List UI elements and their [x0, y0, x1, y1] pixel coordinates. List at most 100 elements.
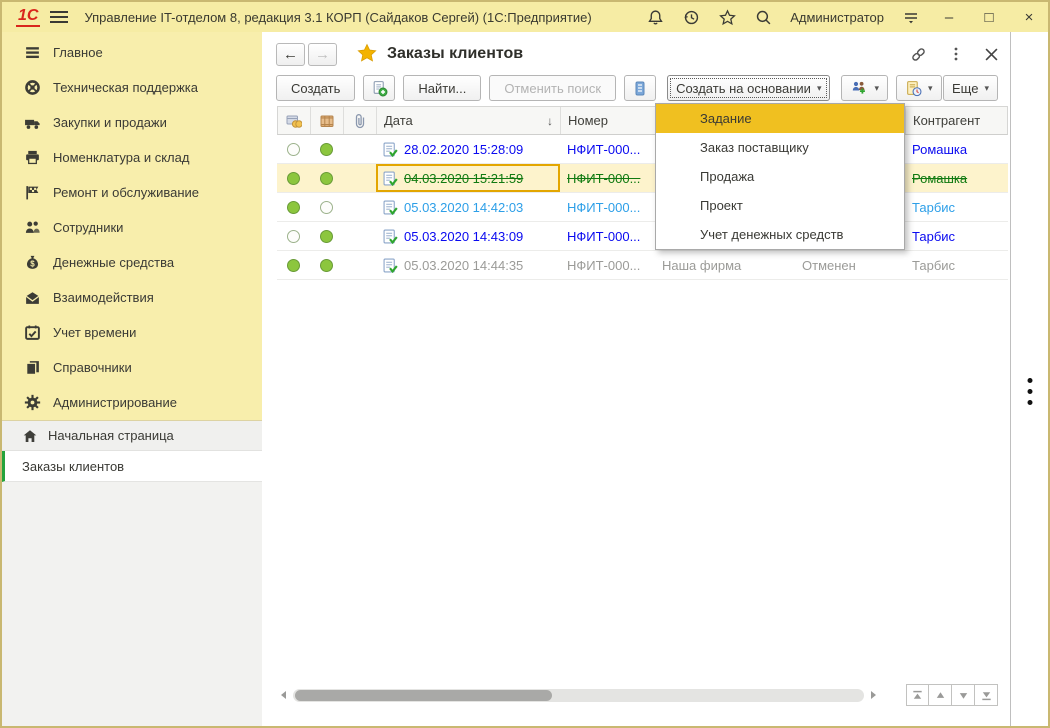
add-user-icon	[850, 80, 868, 96]
sidebar-item-10[interactable]: Администрирование	[2, 385, 262, 420]
sidebar-item-4[interactable]: Ремонт и обслуживание	[2, 175, 262, 210]
list-settings-button[interactable]	[624, 75, 656, 101]
minimize-button[interactable]: –	[938, 9, 960, 26]
mail-icon	[24, 289, 41, 306]
home-label: Начальная страница	[48, 428, 174, 443]
menu-item[interactable]: Задание	[656, 104, 904, 133]
document-posted-icon	[383, 142, 398, 157]
toolbar: Создать Найти... Отменить поиск Создать …	[276, 74, 998, 102]
menu-item[interactable]: Учет денежных средств	[656, 220, 904, 249]
page-title: Заказы клиентов	[387, 45, 523, 63]
create-button[interactable]: Создать	[276, 75, 355, 101]
sidebar-item-9[interactable]: Справочники	[2, 350, 262, 385]
favorite-star-icon[interactable]	[357, 43, 377, 66]
more-button[interactable]: Еще ▾	[943, 75, 998, 101]
maximize-button[interactable]: □	[978, 9, 1000, 26]
search-icon[interactable]	[754, 8, 772, 26]
close-window-button[interactable]: ×	[1018, 9, 1040, 26]
payment-status-indicator	[287, 201, 300, 214]
menu-icon	[24, 44, 41, 61]
order-contragent: Тарбис	[912, 258, 955, 273]
open-tab-orders[interactable]: Заказы клиентов	[2, 451, 262, 482]
main-menu-icon[interactable]	[50, 11, 68, 23]
sidebar-item-7[interactable]: Взаимодействия	[2, 280, 262, 315]
go-first-button[interactable]	[906, 684, 929, 706]
order-date: 05.03.2020 14:42:03	[404, 200, 523, 215]
payment-column-header[interactable]	[278, 107, 311, 134]
order-date: 05.03.2020 14:43:09	[404, 229, 523, 244]
order-contragent: Тарбис	[912, 200, 955, 215]
employees-icon	[24, 219, 41, 236]
sidebar-item-5[interactable]: Сотрудники	[2, 210, 262, 245]
find-button[interactable]: Найти...	[403, 75, 481, 101]
cancel-search-button[interactable]: Отменить поиск	[489, 75, 616, 101]
go-last-button[interactable]	[975, 684, 998, 706]
window-title: Управление IT-отделом 8, редакция 3.1 КО…	[84, 10, 591, 25]
order-number: НФИТ-000...	[567, 171, 640, 186]
open-tab-label: Заказы клиентов	[22, 459, 124, 474]
scroll-left-icon[interactable]	[277, 689, 289, 701]
service-menu-icon[interactable]	[902, 8, 920, 26]
sidebar-item-label: Администрирование	[53, 395, 177, 410]
sidebar-item-label: Учет времени	[53, 325, 136, 340]
money-bag-icon: $	[24, 254, 41, 271]
assign-performer-button[interactable]: ▾	[841, 75, 888, 101]
shipment-status-indicator	[320, 201, 333, 214]
menu-item[interactable]: Продажа	[656, 162, 904, 191]
sidebar-sections: ГлавноеТехническая поддержкаЗакупки и пр…	[2, 32, 262, 420]
list-icon	[632, 80, 648, 97]
favorites-star-icon[interactable]	[718, 8, 736, 26]
table-row[interactable]: 05.03.2020 14:44:35НФИТ-000...Наша фирма…	[277, 251, 1008, 280]
document-posted-icon	[383, 229, 398, 244]
sidebar-item-6[interactable]: $Денежные средства	[2, 245, 262, 280]
menu-item[interactable]: Проект	[656, 191, 904, 220]
document-clock-icon	[905, 80, 922, 97]
document-posted-icon	[383, 171, 398, 186]
create-based-on-label: Создать на основании	[676, 81, 811, 96]
copy-button[interactable]	[363, 75, 395, 101]
sidebar-item-1[interactable]: Техническая поддержка	[2, 70, 262, 105]
back-button[interactable]: ←	[276, 43, 305, 66]
date-column-header[interactable]: Дата ↓	[377, 107, 561, 134]
document-posted-icon	[383, 200, 398, 215]
scrollbar-thumb[interactable]	[295, 690, 552, 701]
notifications-bell-icon[interactable]	[646, 8, 664, 26]
sidebar-item-label: Сотрудники	[53, 220, 123, 235]
sidebar-item-0[interactable]: Главное	[2, 35, 262, 70]
forward-arrow-icon: →	[315, 47, 330, 62]
payment-status-indicator	[287, 259, 300, 272]
order-date: 28.02.2020 15:28:09	[404, 142, 523, 157]
svg-text:$: $	[30, 259, 35, 268]
kebab-menu-icon[interactable]	[953, 46, 959, 62]
back-arrow-icon: ←	[283, 47, 298, 62]
sidebar-item-8[interactable]: Учет времени	[2, 315, 262, 350]
contragent-column-header[interactable]: Контрагент	[906, 107, 1007, 134]
shipment-status-indicator	[320, 172, 333, 185]
main-content: ← → Заказы клиентов Создать	[262, 32, 1010, 726]
window-titlebar: 1С Управление IT-отделом 8, редакция 3.1…	[2, 2, 1048, 32]
number-column-header[interactable]: Номер	[561, 107, 656, 134]
1c-logo-icon: 1С	[16, 8, 40, 27]
deadline-document-button[interactable]: ▾	[896, 75, 942, 101]
close-form-icon[interactable]	[985, 48, 998, 61]
attachment-column-header[interactable]	[344, 107, 377, 134]
get-link-icon[interactable]	[910, 46, 927, 63]
order-contragent: Тарбис	[912, 229, 955, 244]
create-based-on-button[interactable]: Создать на основании ▾	[667, 75, 830, 101]
scroll-right-icon[interactable]	[868, 689, 880, 701]
horizontal-scrollbar[interactable]	[293, 689, 864, 702]
shipment-column-header[interactable]	[311, 107, 344, 134]
go-next-button[interactable]	[952, 684, 975, 706]
history-icon[interactable]	[682, 8, 700, 26]
forward-button[interactable]: →	[308, 43, 337, 66]
warehouse-icon	[24, 149, 41, 166]
order-contragent: Ромашка	[912, 142, 967, 157]
panel-splitter-handle[interactable]	[1027, 372, 1032, 411]
sidebar-item-label: Справочники	[53, 360, 132, 375]
sidebar-item-home[interactable]: Начальная страница	[2, 420, 262, 451]
sidebar-item-2[interactable]: Закупки и продажи	[2, 105, 262, 140]
current-user[interactable]: Администратор	[790, 10, 884, 25]
go-previous-button[interactable]	[929, 684, 952, 706]
sidebar-item-3[interactable]: Номенклатура и склад	[2, 140, 262, 175]
menu-item[interactable]: Заказ поставщику	[656, 133, 904, 162]
